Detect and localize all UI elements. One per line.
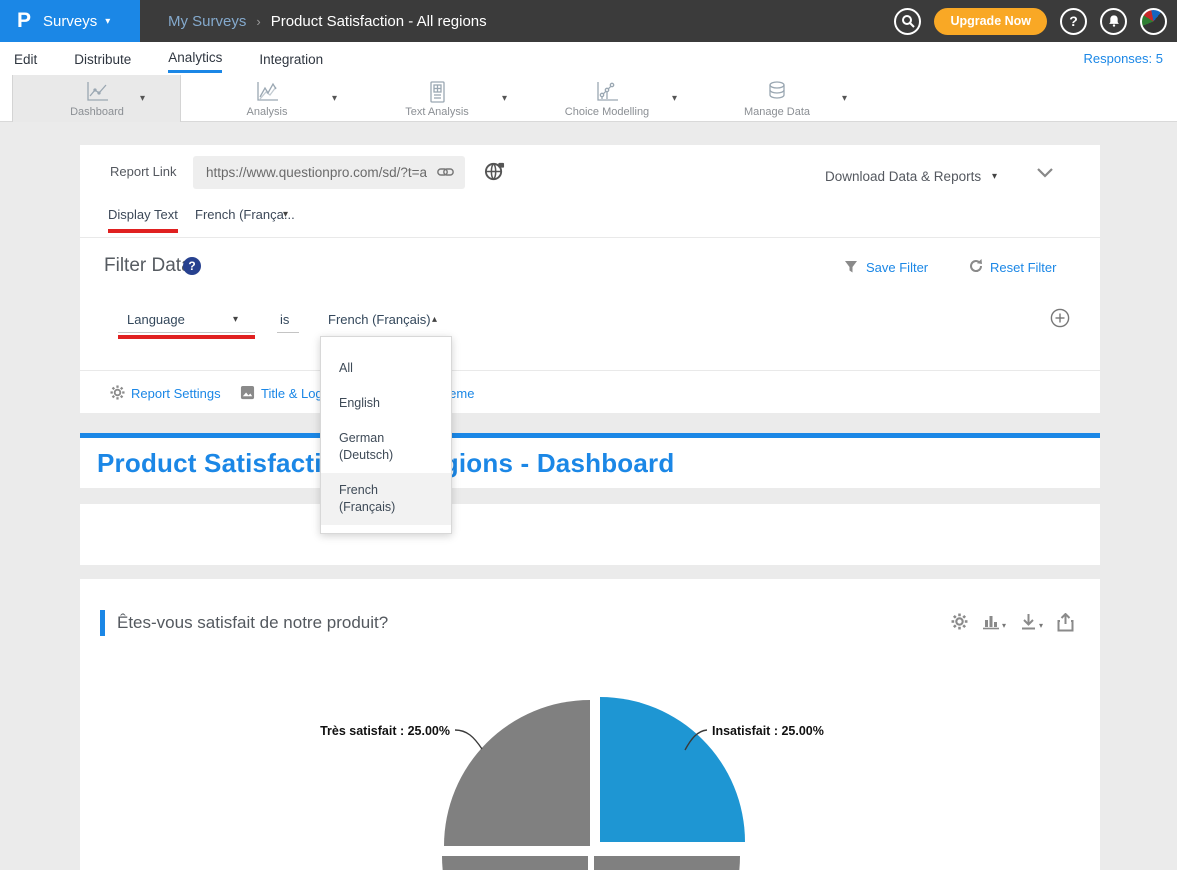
divider (80, 237, 1100, 238)
pie-slice-bottom-left[interactable] (442, 856, 588, 870)
top-bar: P Surveys My Surveys › Product Satisfact… (0, 0, 1177, 42)
choice-modelling-icon (593, 80, 621, 104)
user-avatar[interactable] (1140, 8, 1167, 35)
dashboard-dropdown-caret-icon[interactable] (140, 93, 145, 104)
analytics-toolbar: Dashboard Analysis Text Analysis Choice … (0, 75, 1177, 122)
manage-data-dropdown-caret-icon[interactable] (842, 93, 847, 104)
search-button[interactable] (894, 8, 921, 35)
reset-icon (968, 258, 984, 274)
label-connector-left (455, 730, 482, 749)
dropdown-option-french[interactable]: French (Français) (321, 473, 451, 525)
dashboard-chart-icon (83, 80, 111, 104)
text-analysis-dropdown-caret-icon[interactable] (502, 93, 507, 104)
question-mark-icon: ? (1069, 13, 1078, 29)
filter-data-title: Filter Data (104, 255, 192, 277)
dropdown-option-all[interactable]: All (321, 351, 451, 386)
analysis-chart-icon (253, 80, 281, 104)
pie-slice-insatisfait[interactable] (600, 697, 745, 842)
nav-distribute[interactable]: Distribute (74, 46, 131, 72)
pie-label-tres-satisfait: Très satisfait : 25.00% (320, 724, 450, 738)
nav-edit[interactable]: Edit (14, 46, 37, 72)
surveys-menu[interactable]: P Surveys (0, 0, 140, 42)
survey-nav: Edit Distribute Analytics Integration Re… (0, 42, 1177, 75)
product-name: Surveys (43, 13, 97, 30)
download-caret-icon[interactable] (992, 171, 997, 182)
field-active-underline (118, 335, 255, 339)
questionpro-analytics-page: P Surveys My Surveys › Product Satisfact… (0, 0, 1177, 870)
tab-text-analysis[interactable]: Text Analysis (377, 75, 497, 122)
question-chart-card: Êtes-vous satisfait de notre produit? (80, 579, 1100, 870)
breadcrumb-current-survey: Product Satisfaction - All regions (271, 13, 487, 30)
divider (80, 370, 1100, 371)
text-analysis-icon (423, 80, 451, 104)
tab-dashboard[interactable]: Dashboard (37, 75, 157, 122)
download-data-reports-button[interactable]: Download Data & Reports (825, 169, 981, 184)
nav-analytics[interactable]: Analytics (168, 44, 222, 73)
tab-label: Choice Modelling (565, 106, 649, 118)
nav-integration[interactable]: Integration (259, 46, 323, 72)
pie-slice-bottom-right[interactable] (594, 856, 740, 870)
pie-label-insatisfait: Insatisfait : 25.00% (712, 724, 824, 738)
dropdown-option-german[interactable]: German (Deutsch) (321, 421, 451, 473)
dropdown-option-english[interactable]: English (321, 386, 451, 421)
questionpro-logo-icon: P (17, 9, 31, 33)
add-filter-icon[interactable] (1050, 308, 1070, 328)
search-icon (901, 14, 915, 28)
notifications-button[interactable] (1100, 8, 1127, 35)
report-link-input[interactable] (193, 156, 465, 189)
help-button[interactable]: ? (1060, 8, 1087, 35)
pie-slice-tres-satisfait[interactable] (444, 700, 590, 846)
tab-label: Manage Data (744, 106, 810, 118)
display-text-active-underline (108, 229, 178, 233)
field-underline (118, 332, 255, 333)
gear-icon (110, 385, 125, 400)
funnel-icon (844, 260, 858, 274)
filter-field-caret-icon[interactable] (233, 314, 238, 325)
filter-value-caret-icon[interactable] (432, 314, 437, 325)
topbar-actions: Upgrade Now ? (894, 0, 1167, 42)
tab-label: Dashboard (70, 106, 124, 118)
dashboard-title-card: Product Satisfaction - All regions - Das… (80, 438, 1100, 488)
collapse-panel-chevron-icon[interactable] (1036, 167, 1054, 179)
breadcrumb-my-surveys[interactable]: My Surveys (168, 13, 246, 30)
bell-icon (1107, 14, 1121, 28)
operator-underline (277, 332, 299, 333)
display-language-caret-icon[interactable] (283, 209, 288, 220)
language-dropdown-menu: All English German (Deutsch) French (Fra… (320, 336, 452, 534)
tab-choice-modelling[interactable]: Choice Modelling (547, 75, 667, 122)
display-text-tab[interactable]: Display Text (108, 207, 178, 222)
tab-analysis[interactable]: Analysis (207, 75, 327, 122)
globe-lock-icon[interactable] (484, 161, 505, 182)
filter-operator: is (280, 312, 289, 327)
report-controls-card: Report Link Download Data & Reports Disp… (80, 145, 1100, 413)
filter-field-dropdown[interactable]: Language (127, 312, 185, 327)
reset-filter-button[interactable]: Reset Filter (990, 260, 1056, 275)
image-icon (240, 385, 255, 400)
responses-count: Responses: 5 (1084, 42, 1164, 75)
breadcrumb-separator: › (256, 14, 260, 29)
report-link-label: Report Link (110, 164, 176, 179)
tab-label: Analysis (247, 106, 288, 118)
database-icon (763, 80, 791, 104)
empty-section-card (80, 504, 1100, 565)
report-settings-button[interactable]: Report Settings (131, 386, 221, 401)
save-filter-button[interactable]: Save Filter (866, 260, 928, 275)
upgrade-now-button[interactable]: Upgrade Now (934, 8, 1047, 35)
tab-label: Text Analysis (405, 106, 469, 118)
choice-modelling-dropdown-caret-icon[interactable] (672, 93, 677, 104)
filter-help-icon[interactable]: ? (183, 257, 201, 275)
tab-manage-data[interactable]: Manage Data (717, 75, 837, 122)
filter-value-dropdown[interactable]: French (Français) (328, 312, 431, 327)
breadcrumb: My Surveys › Product Satisfaction - All … (168, 0, 487, 42)
pie-chart: Très satisfait : 25.00% Insatisfait : 25… (80, 579, 1100, 870)
analysis-dropdown-caret-icon[interactable] (332, 93, 337, 104)
link-icon[interactable] (437, 166, 454, 178)
chevron-down-icon (105, 16, 110, 27)
display-language-dropdown[interactable]: French (França... (195, 207, 295, 222)
